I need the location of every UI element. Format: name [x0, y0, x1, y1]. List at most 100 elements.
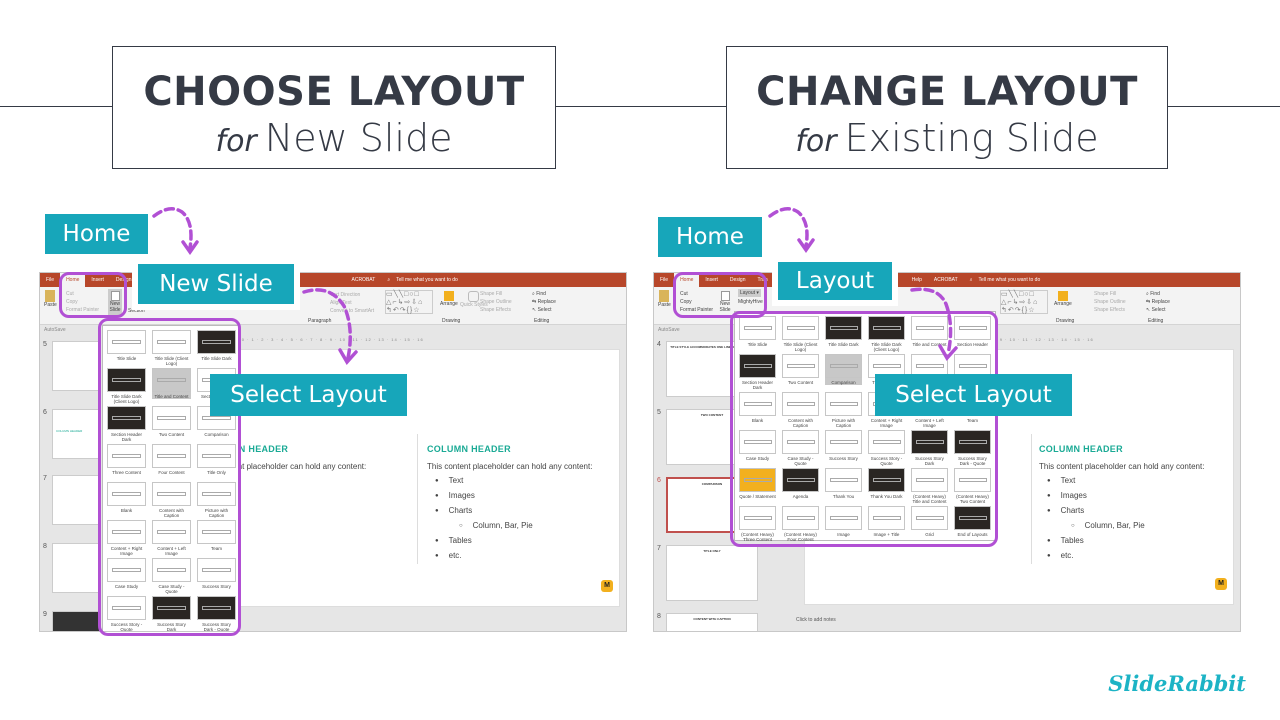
- shape-fill-button[interactable]: Shape Fill: [480, 290, 512, 298]
- find-button[interactable]: ⌕ Find: [532, 290, 556, 298]
- new-slide-button[interactable]: New Slide: [108, 289, 122, 317]
- format-painter-button[interactable]: Format Painter: [66, 306, 99, 314]
- slide-thumbnail[interactable]: [52, 475, 100, 525]
- layout-option[interactable]: Grid: [911, 506, 948, 537]
- copy-button[interactable]: Copy: [680, 298, 713, 306]
- layout-option[interactable]: Title Slide Dark: [197, 330, 236, 361]
- tab-acrobat[interactable]: ACROBAT: [928, 277, 964, 283]
- layout-option[interactable]: Team: [197, 520, 236, 551]
- layout-option[interactable]: End of Layouts: [954, 506, 991, 537]
- layout-option[interactable]: Three Content: [107, 444, 146, 475]
- shapes-gallery[interactable]: ▭╲╲□○□ △⌐↳⇨⇩⌂ ↰↶↷{}☆: [1000, 290, 1048, 314]
- layout-option[interactable]: Title Slide Dark (Client Logo): [107, 368, 146, 404]
- tab-transitions[interactable]: Tran: [752, 277, 774, 283]
- shape-outline-button[interactable]: Shape Outline: [1094, 298, 1126, 306]
- layout-option[interactable]: Success Story Dark - Quote: [954, 430, 991, 466]
- layout-option[interactable]: Picture with Caption: [197, 482, 236, 518]
- tab-design[interactable]: Design: [724, 277, 752, 283]
- layout-option[interactable]: Title and Content: [911, 316, 948, 347]
- slide-thumbnail[interactable]: [52, 341, 100, 391]
- autosave-toggle[interactable]: AutoSave: [44, 327, 66, 333]
- layout-option[interactable]: (Content Heavy) Title and Content: [911, 468, 948, 504]
- layout-option[interactable]: Case Study - Quote: [782, 430, 819, 466]
- arrange-button[interactable]: Arrange: [440, 291, 458, 307]
- layout-option[interactable]: Content + Left Image: [152, 520, 191, 556]
- layout-option[interactable]: Two Content: [782, 354, 819, 385]
- layout-option[interactable]: Quote / Statement: [739, 468, 776, 499]
- paste-button[interactable]: Paste: [658, 290, 671, 308]
- shape-outline-button[interactable]: Shape Outline: [480, 298, 512, 306]
- tab-insert[interactable]: Insert: [85, 277, 110, 283]
- layout-option[interactable]: Thank You: [825, 468, 862, 499]
- layout-option[interactable]: Section Header Dark: [107, 406, 146, 442]
- slide-thumbnail[interactable]: CONTENT WITH CAPTION: [666, 613, 758, 631]
- slide-thumbnail[interactable]: TITLE ONLY: [666, 545, 758, 601]
- layout-option[interactable]: Title Slide: [107, 330, 146, 361]
- layout-option[interactable]: Case Study - Quote: [152, 558, 191, 594]
- layout-option[interactable]: Success Story Dark - Quote: [197, 596, 236, 631]
- cut-button[interactable]: Cut: [66, 290, 99, 298]
- layout-option[interactable]: Picture with Caption: [825, 392, 862, 428]
- tab-insert[interactable]: Insert: [699, 277, 724, 283]
- layout-option[interactable]: Blank: [107, 482, 146, 513]
- format-painter-button[interactable]: Format Painter: [680, 306, 713, 314]
- layout-option[interactable]: Image + Title: [868, 506, 905, 537]
- tab-acrobat[interactable]: ACROBAT: [346, 277, 382, 283]
- shape-effects-button[interactable]: Shape Effects: [480, 306, 512, 314]
- tab-help[interactable]: Help: [906, 277, 928, 283]
- find-button[interactable]: ⌕ Find: [1146, 290, 1170, 298]
- cut-button[interactable]: Cut: [680, 290, 713, 298]
- layout-option[interactable]: Title Slide (Client Logo): [782, 316, 819, 352]
- autosave-toggle[interactable]: AutoSave: [658, 327, 680, 333]
- tell-me-input[interactable]: Tell me what you want to do: [979, 277, 1041, 283]
- layout-option[interactable]: Two Content: [152, 406, 191, 437]
- paste-button[interactable]: Paste: [44, 290, 57, 308]
- layout-option[interactable]: Title Slide Dark (Client Logo): [868, 316, 905, 352]
- layout-option[interactable]: Content + Right Image: [107, 520, 146, 556]
- layout-option[interactable]: Title Slide Dark: [825, 316, 862, 347]
- shapes-gallery[interactable]: ▭╲╲□○□ △⌐↳⇨⇩⌂ ↰↶↷{}☆: [385, 290, 433, 314]
- layout-option[interactable]: Content with Caption: [782, 392, 819, 428]
- layout-option[interactable]: (Content Heavy) Two Content: [954, 468, 991, 504]
- notes-pane[interactable]: Click to add notes: [788, 613, 1240, 631]
- replace-button[interactable]: ⇆ Replace: [1146, 298, 1170, 306]
- slide-thumbnail[interactable]: COLUMN HEADER: [52, 409, 100, 459]
- layout-option[interactable]: Success Story - Quote: [107, 596, 146, 631]
- layout-option[interactable]: (Content Heavy) Three Content: [739, 506, 776, 542]
- convert-smartart-button[interactable]: Convert to SmartArt: [330, 307, 374, 315]
- layout-option[interactable]: Comparison: [825, 354, 862, 385]
- slide-thumbnail[interactable]: [52, 611, 100, 631]
- layout-option[interactable]: Thank You Dark: [868, 468, 905, 499]
- tab-file[interactable]: File: [654, 277, 674, 283]
- layout-option[interactable]: Section Header Dark: [739, 354, 776, 390]
- layout-option[interactable]: Section Header: [954, 316, 991, 347]
- select-button[interactable]: ↖ Select: [1146, 306, 1170, 314]
- layout-option[interactable]: Success Story Dark: [911, 430, 948, 466]
- tab-home[interactable]: Home: [60, 273, 86, 287]
- layout-option[interactable]: Title and Content: [152, 368, 191, 399]
- arrange-button[interactable]: Arrange: [1054, 291, 1072, 307]
- tell-me-input[interactable]: Tell me what you want to do: [396, 277, 458, 283]
- layout-option[interactable]: Title Only: [197, 444, 236, 475]
- layout-button[interactable]: Layout ▾: [738, 289, 761, 297]
- layout-option[interactable]: Success Story - Quote: [868, 430, 905, 466]
- copy-button[interactable]: Copy: [66, 298, 99, 306]
- layout-option[interactable]: Success Story: [197, 558, 236, 589]
- select-button[interactable]: ↖ Select: [532, 306, 556, 314]
- layout-option[interactable]: Case Study: [107, 558, 146, 589]
- new-slide-button[interactable]: New Slide: [718, 291, 732, 313]
- layout-option[interactable]: Title Slide: [739, 316, 776, 347]
- layout-option[interactable]: Case Study: [739, 430, 776, 461]
- layout-option[interactable]: Title Slide (Client Logo): [152, 330, 191, 366]
- shape-fill-button[interactable]: Shape Fill: [1094, 290, 1126, 298]
- layout-option[interactable]: Agenda: [782, 468, 819, 499]
- replace-button[interactable]: ⇆ Replace: [532, 298, 556, 306]
- layout-option[interactable]: Blank: [739, 392, 776, 423]
- align-text-button[interactable]: Align Text: [330, 299, 374, 307]
- layout-option[interactable]: Success Story Dark: [152, 596, 191, 631]
- layout-option[interactable]: (Content Heavy) Four Content: [782, 506, 819, 542]
- tab-home[interactable]: Home: [674, 273, 700, 287]
- layout-option[interactable]: Image: [825, 506, 862, 537]
- text-direction-button[interactable]: Text Direction: [330, 291, 374, 299]
- slide-thumbnail[interactable]: [52, 543, 100, 593]
